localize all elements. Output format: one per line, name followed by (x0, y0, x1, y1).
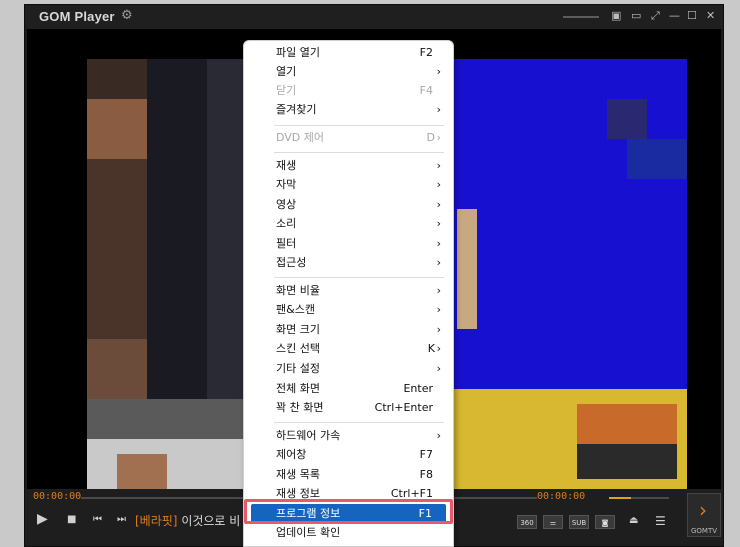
chevron-right-icon: › (436, 323, 441, 336)
menu-item-audio[interactable]: 소리 › (244, 214, 453, 233)
context-menu: 파일 열기 F2 열기 › 닫기 F4 즐겨찾기 › DVD 제어 D › 재생 › 자막 › … (243, 40, 454, 547)
previous-icon[interactable]: ⏮ (93, 514, 102, 525)
chevron-right-icon: › (436, 103, 441, 116)
chevron-right-icon: › (436, 65, 441, 78)
menu-separator (274, 277, 444, 278)
chevron-right-icon: › (436, 284, 441, 297)
menu-item-fullscreen[interactable]: 전체 화면 Enter (244, 379, 453, 398)
menu-item-open-file[interactable]: 파일 열기 F2 (244, 43, 453, 62)
menu-item-close: 닫기 F4 (276, 84, 433, 97)
ticker-tag: [베라핏] (135, 514, 178, 528)
menu-item-video[interactable]: 영상 › (244, 195, 453, 214)
gear-icon[interactable]: ⚙ (121, 8, 133, 23)
total-time: 00:00:00 (537, 491, 586, 502)
stop-icon[interactable]: ■ (67, 514, 76, 525)
chevron-right-icon: › (436, 362, 441, 375)
title-bar: GOM Player ⚙ ▣ ▭ ⤢ — ☐ ✕ (25, 5, 723, 29)
equalizer-icon[interactable]: ⚌ (543, 515, 563, 529)
next-icon[interactable]: ⏭ (117, 514, 126, 525)
compact-icon[interactable]: ▭ (631, 9, 641, 23)
ticker-text: 이것으로 비 (181, 514, 241, 528)
elapsed-time: 00:00:00 (33, 491, 82, 502)
opacity-slider[interactable] (563, 16, 599, 18)
menu-item-control-panel[interactable]: 제어창 F7 (244, 445, 453, 464)
gomtv-label: GOMTV (691, 527, 718, 535)
gomtv-button[interactable]: › GOMTV (687, 493, 721, 537)
menu-item-skin-select[interactable]: 스킨 선택 K › (244, 339, 453, 358)
chevron-right-icon: › (699, 498, 707, 522)
app-title: GOM Player (39, 9, 115, 24)
menu-separator (274, 422, 444, 423)
menu-item-accessibility[interactable]: 접근성 › (244, 253, 453, 272)
menu-item-pan-scan[interactable]: 팬&스캔 › (244, 300, 453, 319)
chevron-right-icon: › (436, 131, 441, 144)
subtitle-button[interactable]: SUB (569, 515, 589, 529)
eject-icon[interactable]: ⏏ (629, 515, 638, 526)
menu-item-hardware-acceleration[interactable]: 하드웨어 가속 › (244, 426, 453, 445)
chevron-right-icon: › (436, 303, 441, 316)
menu-item-open[interactable]: 열기 › (244, 62, 453, 81)
menu-item-playlist[interactable]: 재생 목록 F8 (244, 465, 453, 484)
menu-item-screen-size[interactable]: 화면 크기 › (244, 320, 453, 339)
menu-item-fill-screen[interactable]: 꽉 찬 화면 Ctrl+Enter (244, 398, 453, 417)
menu-item-check-update[interactable]: 업데이트 확인 (244, 523, 453, 542)
fullscreen-icon[interactable]: ⤢ (651, 9, 660, 23)
chevron-right-icon: › (436, 159, 441, 172)
menu-item-dvd-control: DVD 제어 D › (244, 128, 453, 147)
maximize-icon[interactable]: ☐ (687, 9, 697, 23)
close-icon[interactable]: ✕ (706, 9, 715, 23)
highlight-annotation-box (244, 499, 453, 524)
chevron-right-icon: › (436, 178, 441, 191)
chevron-right-icon: › (436, 237, 441, 250)
chevron-right-icon: › (436, 429, 441, 442)
menu-item-aspect-ratio[interactable]: 화면 비율 › (244, 281, 453, 300)
menu-separator (274, 152, 444, 153)
playlist-icon[interactable]: ☰ (655, 514, 666, 528)
volume-slider[interactable] (609, 497, 669, 499)
menu-item-playback[interactable]: 재생 › (244, 156, 453, 175)
360-icon[interactable]: 360 (517, 515, 537, 529)
menu-item-favorites[interactable]: 즐겨찾기 › (244, 100, 453, 119)
menu-item-other-settings[interactable]: 기타 설정 › (244, 359, 453, 378)
chevron-right-icon: › (436, 342, 441, 355)
volume-fill (609, 497, 631, 499)
minimize-icon[interactable]: — (669, 9, 680, 23)
menu-separator (274, 125, 444, 126)
mini-mode-icon[interactable]: ▣ (611, 9, 621, 23)
camera-icon[interactable]: ◙ (595, 515, 615, 529)
chevron-right-icon: › (436, 217, 441, 230)
menu-item-filter[interactable]: 필터 › (244, 234, 453, 253)
menu-item-subtitles[interactable]: 자막 › (244, 175, 453, 194)
chevron-right-icon: › (436, 198, 441, 211)
chevron-right-icon: › (436, 256, 441, 269)
play-icon[interactable]: ▶ (37, 511, 48, 527)
